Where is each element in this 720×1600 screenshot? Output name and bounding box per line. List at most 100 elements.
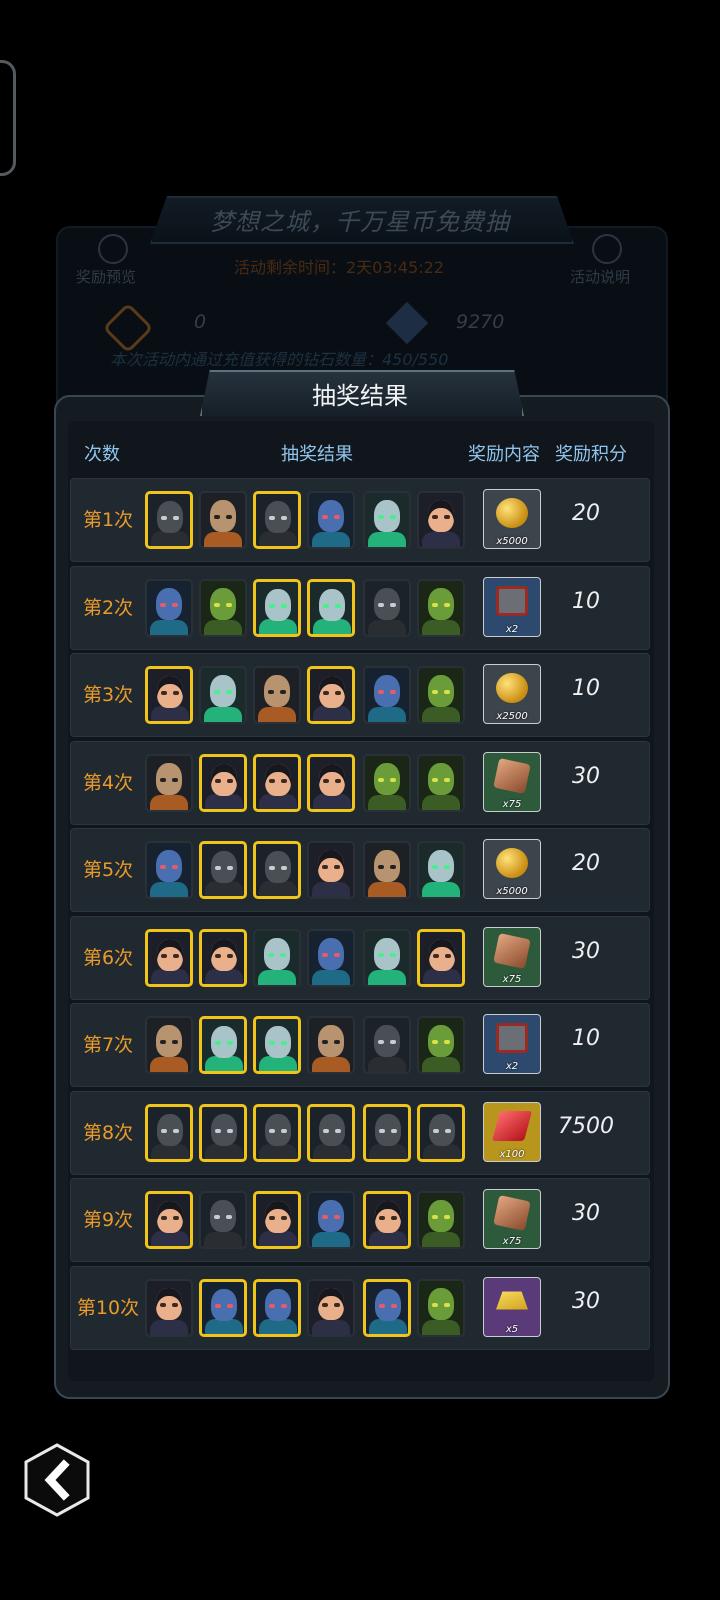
reward-item[interactable]: x75 (483, 1189, 541, 1249)
result-row: 第1次 x5000 20 (70, 478, 650, 562)
hero-avatar-helmet[interactable] (253, 1278, 301, 1337)
panel-title: 抽奖结果 (312, 382, 408, 410)
hero-avatar-lizard[interactable] (417, 578, 465, 637)
hero-avatar-girl[interactable] (199, 753, 247, 812)
reward-quantity: x75 (502, 973, 522, 985)
hero-avatar-mask[interactable] (363, 928, 411, 987)
header-results: 抽奖结果 (281, 444, 353, 465)
gold-bar-icon (496, 1291, 528, 1310)
hero-avatar-mask[interactable] (417, 841, 465, 899)
draw-count-label: 第1次 (82, 509, 134, 531)
result-row: 第6次 x75 30 (70, 915, 650, 1000)
hero-avatar-mask[interactable] (253, 1016, 301, 1074)
reward-item[interactable]: x75 (483, 926, 541, 987)
hero-avatar-pug[interactable] (253, 666, 301, 724)
hero-avatar-ninja[interactable] (307, 1103, 355, 1162)
armor-box-icon (496, 585, 528, 616)
hero-avatar-mask[interactable] (253, 928, 301, 987)
lightbulb-icon (592, 234, 622, 264)
hero-avatar-helmet[interactable] (363, 666, 411, 724)
reward-quantity: x100 (499, 1148, 525, 1160)
hero-avatar-mask[interactable] (307, 578, 355, 637)
hero-avatar-ninja[interactable] (199, 1191, 247, 1249)
hero-avatar-ninja[interactable] (363, 578, 411, 637)
reward-item[interactable]: x5000 (483, 489, 541, 549)
hero-avatar-ninja[interactable] (145, 1103, 193, 1162)
hero-avatar-helmet[interactable] (145, 578, 193, 637)
reward-item[interactable]: x2500 (483, 664, 541, 724)
header-count: 次数 (84, 444, 120, 465)
hero-avatar-girl[interactable] (417, 491, 465, 549)
hero-avatar-girl[interactable] (145, 1278, 193, 1337)
hero-avatar-lizard[interactable] (363, 753, 411, 812)
reward-points: 30 (572, 1288, 600, 1314)
header-points: 奖励积分 (555, 444, 627, 465)
hero-avatar-helmet[interactable] (307, 1191, 355, 1249)
hero-avatar-girl[interactable] (253, 753, 301, 812)
hero-avatar-helmet[interactable] (145, 841, 193, 899)
activity-info-label[interactable]: 活动说明 (570, 266, 630, 287)
result-row: 第2次 x2 10 (70, 565, 650, 650)
draw-count-label: 第9次 (82, 1209, 134, 1231)
hero-avatar-girl[interactable] (417, 928, 465, 987)
hero-avatar-girl[interactable] (307, 753, 355, 812)
reward-item[interactable]: x100 (483, 1101, 541, 1162)
hero-avatar-lizard[interactable] (417, 1191, 465, 1249)
reward-quantity: x2 (505, 623, 519, 635)
hero-avatar-mask[interactable] (363, 491, 411, 549)
hero-avatar-helmet[interactable] (363, 1278, 411, 1337)
hero-avatar-lizard[interactable] (417, 666, 465, 724)
hero-avatar-girl[interactable] (145, 1191, 193, 1249)
hero-avatar-ninja[interactable] (417, 1103, 465, 1162)
hero-avatar-girl[interactable] (145, 928, 193, 987)
reward-item[interactable]: x5 (483, 1276, 541, 1337)
hero-avatar-girl[interactable] (363, 1191, 411, 1249)
draw-count-label: 第10次 (76, 1296, 140, 1319)
hero-avatar-ninja[interactable] (363, 1016, 411, 1074)
hero-avatar-girl[interactable] (199, 928, 247, 987)
copper-ore-icon (493, 757, 531, 794)
hero-avatar-ninja[interactable] (363, 1103, 411, 1162)
hero-avatar-ninja[interactable] (199, 1103, 247, 1162)
hero-avatar-ninja[interactable] (145, 491, 193, 549)
back-button[interactable] (24, 1443, 90, 1517)
hero-avatar-ninja[interactable] (253, 491, 301, 549)
reward-quantity: x2 (505, 1061, 519, 1072)
hero-avatar-ninja[interactable] (253, 841, 301, 899)
hero-avatar-girl[interactable] (307, 666, 355, 724)
draw-count-label: 第7次 (82, 1034, 134, 1056)
hero-avatar-helmet[interactable] (307, 491, 355, 549)
reward-item[interactable]: x2 (483, 576, 541, 637)
hero-avatar-mask[interactable] (253, 578, 301, 637)
hero-avatar-ninja[interactable] (253, 1103, 301, 1162)
side-drawer-tab[interactable] (0, 60, 16, 176)
hero-avatar-pug[interactable] (363, 841, 411, 899)
reward-quantity: x75 (502, 1236, 522, 1247)
result-row: 第8次 x100 7500 (70, 1090, 650, 1175)
hero-avatar-girl[interactable] (145, 666, 193, 724)
hero-avatar-lizard[interactable] (417, 1016, 465, 1074)
hero-avatar-lizard[interactable] (417, 753, 465, 812)
hero-avatar-pug[interactable] (145, 753, 193, 812)
hero-avatar-pug[interactable] (145, 1016, 193, 1074)
hero-avatar-girl[interactable] (253, 1191, 301, 1249)
reward-item[interactable]: x2 (483, 1014, 541, 1074)
hero-avatar-helmet[interactable] (307, 928, 355, 987)
hero-avatar-girl[interactable] (307, 841, 355, 899)
reward-item[interactable]: x75 (483, 751, 541, 812)
copper-ore-icon (493, 932, 531, 969)
gold-coins-icon (496, 673, 528, 703)
hero-avatar-pug[interactable] (307, 1016, 355, 1074)
hero-avatar-lizard[interactable] (199, 578, 247, 637)
hero-avatar-lizard[interactable] (417, 1278, 465, 1337)
hero-avatar-pug[interactable] (199, 491, 247, 549)
hero-avatar-ninja[interactable] (199, 841, 247, 899)
result-row: 第7次 x2 10 (70, 1003, 650, 1087)
activity-title: 梦想之城，千万星币免费抽 (210, 208, 510, 236)
reward-item[interactable]: x5000 (483, 839, 541, 899)
hero-avatar-helmet[interactable] (199, 1278, 247, 1337)
hero-avatar-mask[interactable] (199, 666, 247, 724)
hero-avatar-mask[interactable] (199, 1016, 247, 1074)
hero-avatar-girl[interactable] (307, 1278, 355, 1337)
reward-preview-label[interactable]: 奖励预览 (76, 266, 136, 287)
